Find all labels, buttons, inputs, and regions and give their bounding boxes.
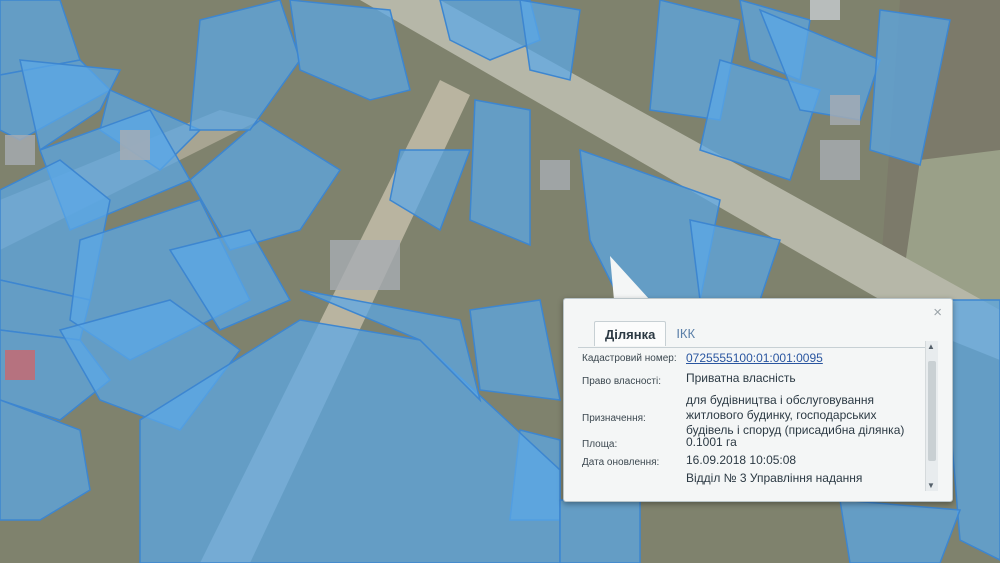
area-label: Площа:: [582, 439, 618, 450]
updated-label: Дата оновлення:: [582, 457, 660, 468]
parcel-info-popup: × Ділянка ІКК Кадастровий номер: 0725555…: [563, 298, 953, 502]
parcel-details: Кадастровий номер: 0725555100:01:001:009…: [574, 347, 938, 495]
popup-tabs: Ділянка ІКК: [594, 321, 705, 346]
department-value: Відділ № 3 Управління надання: [686, 471, 863, 485]
close-icon[interactable]: ×: [933, 304, 942, 321]
tab-parcel[interactable]: Ділянка: [594, 321, 667, 346]
cadastral-number-label: Кадастровий номер:: [582, 353, 677, 364]
purpose-value: для будівництва і обслуговування житлово…: [686, 393, 905, 437]
scroll-thumb[interactable]: [928, 361, 936, 461]
ownership-label: Право власності:: [582, 376, 661, 387]
area-value: 0.1001 га: [686, 435, 737, 449]
ownership-value: Приватна власність: [686, 371, 796, 385]
cadastral-number-link[interactable]: 0725555100:01:001:0095: [686, 351, 926, 366]
updated-value: 16.09.2018 10:05:08: [686, 453, 797, 467]
purpose-label: Призначення:: [582, 413, 646, 424]
scroll-down-icon[interactable]: ▼: [927, 481, 935, 490]
scroll-up-icon[interactable]: ▲: [927, 342, 935, 351]
tab-ikk[interactable]: ІКК: [666, 321, 705, 346]
popup-scrollbar[interactable]: ▲ ▼: [925, 341, 938, 491]
red-roof: [5, 350, 35, 380]
